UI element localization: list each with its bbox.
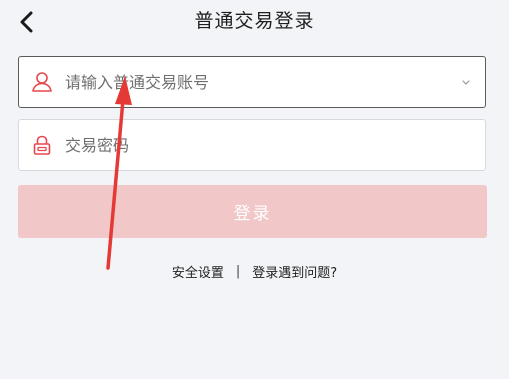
security-settings-link[interactable]: 安全设置 bbox=[172, 262, 224, 281]
user-icon bbox=[31, 71, 53, 93]
footer-links: 安全设置 | 登录遇到问题? bbox=[0, 262, 509, 281]
password-input[interactable] bbox=[63, 134, 485, 156]
link-separator: | bbox=[235, 264, 241, 279]
page-title: 普通交易登录 bbox=[194, 10, 315, 32]
header-bar: 普通交易登录 bbox=[0, 0, 509, 48]
account-input[interactable] bbox=[63, 71, 459, 93]
login-button[interactable]: 登录 bbox=[18, 185, 487, 238]
login-help-link[interactable]: 登录遇到问题? bbox=[252, 262, 337, 281]
password-field[interactable] bbox=[18, 119, 486, 171]
account-field[interactable] bbox=[18, 56, 486, 108]
chevron-down-icon[interactable] bbox=[459, 75, 473, 89]
lock-icon bbox=[31, 134, 53, 156]
